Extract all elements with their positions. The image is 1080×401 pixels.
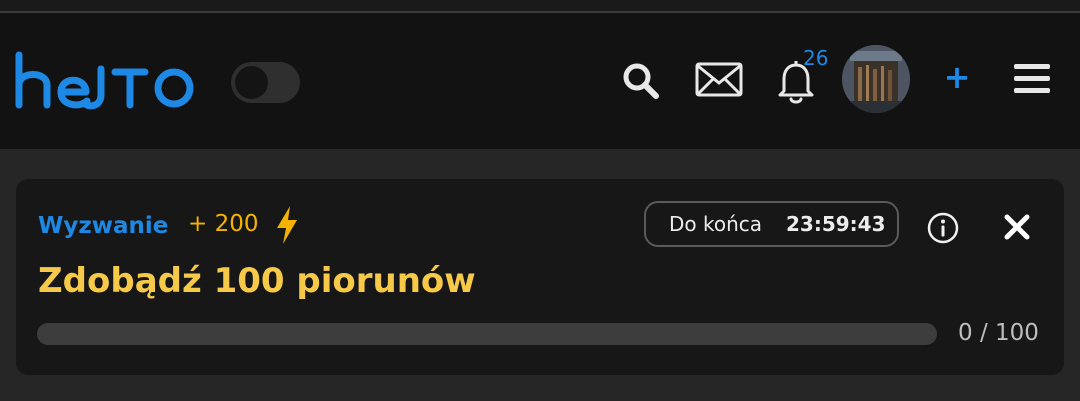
notifications-count-badge: 26 <box>803 46 829 70</box>
hejto-logo-wordmark <box>15 51 194 110</box>
challenge-title: Zdobądź 100 piorunów <box>38 261 476 301</box>
progress-text: 0 / 100 <box>958 320 1039 346</box>
challenge-points: + 200 <box>188 211 259 237</box>
lightning-bolt-icon <box>274 205 300 249</box>
mail-icon <box>695 62 743 97</box>
close-button[interactable] <box>1003 213 1031 245</box>
hejto-logo[interactable] <box>14 51 206 115</box>
user-avatar[interactable] <box>842 45 910 113</box>
site-header: 26 + <box>0 13 1080 149</box>
avatar-photo <box>842 45 910 113</box>
messages-button[interactable] <box>695 62 743 102</box>
challenge-label: Wyzwanie <box>38 213 169 239</box>
info-icon <box>927 212 959 244</box>
search-button[interactable] <box>620 60 662 106</box>
close-icon <box>1004 214 1030 240</box>
main-menu-button[interactable] <box>1012 61 1052 101</box>
toggle-knob <box>235 66 268 99</box>
dark-mode-toggle[interactable] <box>231 62 300 103</box>
search-icon <box>623 63 659 99</box>
challenge-progress-bar <box>37 323 937 345</box>
add-post-button[interactable]: + <box>941 57 973 97</box>
timer-value: 23:59:43 <box>786 212 886 236</box>
countdown-timer: Do końca 23:59:43 <box>644 201 899 247</box>
info-button[interactable] <box>926 211 960 249</box>
top-border-strip <box>0 0 1080 13</box>
timer-label: Do końca <box>669 212 763 236</box>
hamburger-menu-icon <box>1014 64 1050 93</box>
challenge-card: Wyzwanie + 200 Do końca 23:59:43 Zdobądź… <box>16 179 1064 375</box>
